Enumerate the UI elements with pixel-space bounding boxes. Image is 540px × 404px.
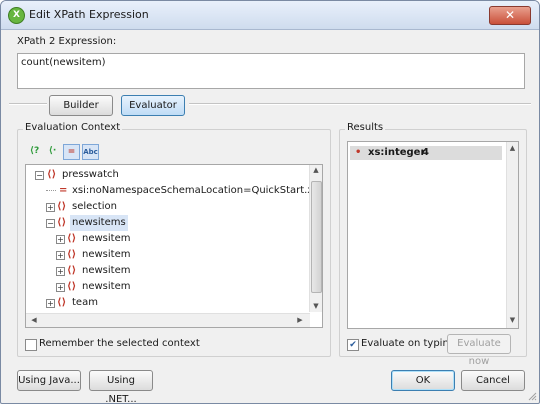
element-icon: ⟨⟩ xyxy=(47,169,57,180)
results-vertical-scrollbar[interactable]: ▲ ▼ xyxy=(506,142,518,328)
element-icon: ⟨⟩ xyxy=(67,233,77,244)
expand-icon[interactable]: + xyxy=(46,203,55,212)
scroll-left-icon[interactable]: ◀ xyxy=(28,316,40,324)
tree-label-newsitem: newsitem xyxy=(82,281,131,292)
element-icon: ⟨⟩ xyxy=(57,201,67,212)
evaluator-button[interactable]: Evaluator xyxy=(121,95,185,116)
bullet-icon: • xyxy=(355,147,362,158)
tree-node-newsitem[interactable]: + ⟨⟩ newsitem xyxy=(26,263,306,279)
attribute-icon[interactable]: = xyxy=(63,144,80,160)
text-node-icon[interactable]: Abc xyxy=(82,144,99,160)
element-icon: ⟨⟩ xyxy=(67,249,77,260)
tree-node-newsitem[interactable]: + ⟨⟩ newsitem xyxy=(26,247,306,263)
scroll-up-icon[interactable]: ▲ xyxy=(310,166,322,174)
xpath-root-icon[interactable]: ⟨? xyxy=(27,144,42,158)
tree-label-newsitem: newsitem xyxy=(82,249,131,260)
scroll-down-icon[interactable]: ▼ xyxy=(507,316,518,324)
ok-button[interactable]: OK xyxy=(391,370,455,391)
result-value: 4 xyxy=(422,147,429,158)
builder-button[interactable]: Builder xyxy=(49,95,113,116)
expression-input[interactable]: count(newsitem) xyxy=(17,53,525,89)
tree-node-selection[interactable]: + ⟨⟩ selection xyxy=(26,199,306,215)
tree-vertical-scrollbar[interactable]: ▲ ▼ xyxy=(309,165,322,312)
scroll-thumb[interactable] xyxy=(311,181,322,293)
tree-label-newsitem: newsitem xyxy=(82,265,131,276)
evaluation-context-title: Evaluation Context xyxy=(23,122,123,133)
xpath-insert-icon[interactable]: ⟨· xyxy=(45,144,60,158)
separator-right xyxy=(189,103,531,105)
tree-label-presswatch: presswatch xyxy=(62,169,119,180)
cancel-button[interactable]: Cancel xyxy=(461,370,525,391)
scroll-down-icon[interactable]: ▼ xyxy=(310,302,322,310)
element-icon: ⟨⟩ xyxy=(57,297,67,308)
scroll-up-icon[interactable]: ▲ xyxy=(507,144,518,152)
result-type: xs:integer xyxy=(368,147,426,158)
title-bar[interactable]: X Edit XPath Expression ✕ xyxy=(1,1,539,30)
remember-context-label: Remember the selected context xyxy=(39,338,200,349)
using-java-button[interactable]: Using Java... xyxy=(17,370,81,391)
tree-connector xyxy=(46,190,56,191)
expression-label: XPath 2 Expression: xyxy=(17,36,117,47)
tree-label-selection: selection xyxy=(72,201,117,212)
tree-node-presswatch[interactable]: − ⟨⟩ presswatch xyxy=(26,167,306,183)
attribute-icon: = xyxy=(59,185,68,196)
evaluate-now-button[interactable]: Evaluate now xyxy=(447,334,511,367)
window-title: Edit XPath Expression xyxy=(29,8,149,21)
app-icon: X xyxy=(8,7,25,24)
edit-xpath-dialog: X Edit XPath Expression ✕ XPath 2 Expres… xyxy=(0,0,540,404)
element-icon: ⟨⟩ xyxy=(67,265,77,276)
tree-node-attribute[interactable]: = xsi:noNamespaceSchemaLocation=QuickSta… xyxy=(26,183,322,199)
evaluate-on-typing-label: Evaluate on typing xyxy=(361,338,456,349)
scroll-right-icon[interactable]: ▶ xyxy=(294,316,306,324)
expand-icon[interactable]: + xyxy=(46,299,55,308)
expand-icon[interactable]: + xyxy=(56,267,65,276)
using-net-button[interactable]: Using .NET... xyxy=(89,370,153,403)
tree-node-newsitems[interactable]: − ⟨⟩ newsitems xyxy=(26,215,306,231)
tree-label-attribute: xsi:noNamespaceSchemaLocation=QuickStart… xyxy=(72,185,323,196)
resize-grip-icon[interactable] xyxy=(527,391,537,401)
tree-label-newsitem: newsitem xyxy=(82,233,131,244)
tree-node-newsitem[interactable]: + ⟨⟩ newsitem xyxy=(26,231,306,247)
remember-context-checkbox[interactable] xyxy=(25,339,37,351)
tree-label-newsitems: newsitems xyxy=(70,215,128,231)
tree-node-newsitem[interactable]: + ⟨⟩ newsitem xyxy=(26,279,306,295)
results-list[interactable]: • xs:integer 4 ▲ ▼ xyxy=(347,141,519,329)
separator-left xyxy=(9,103,47,105)
context-tree[interactable]: − ⟨⟩ presswatch = xsi:noNamespaceSchemaL… xyxy=(25,164,323,328)
expand-icon[interactable]: + xyxy=(56,235,65,244)
expand-icon[interactable]: + xyxy=(56,251,65,260)
evaluate-on-typing-checkbox[interactable]: ✔ xyxy=(347,339,359,351)
element-icon: ⟨⟩ xyxy=(57,217,67,228)
expression-value: count(newsitem) xyxy=(21,57,106,68)
tree-label-team: team xyxy=(72,297,98,308)
expand-icon[interactable]: + xyxy=(56,283,65,292)
tree-horizontal-scrollbar[interactable]: ◀ ▶ xyxy=(26,313,310,327)
collapse-icon[interactable]: − xyxy=(35,171,44,180)
results-title: Results xyxy=(345,122,386,133)
close-button[interactable]: ✕ xyxy=(489,6,531,25)
element-icon: ⟨⟩ xyxy=(67,281,77,292)
tree-node-team[interactable]: + ⟨⟩ team xyxy=(26,295,306,311)
result-row[interactable]: • xs:integer 4 xyxy=(350,146,502,160)
collapse-icon[interactable]: − xyxy=(46,219,55,228)
